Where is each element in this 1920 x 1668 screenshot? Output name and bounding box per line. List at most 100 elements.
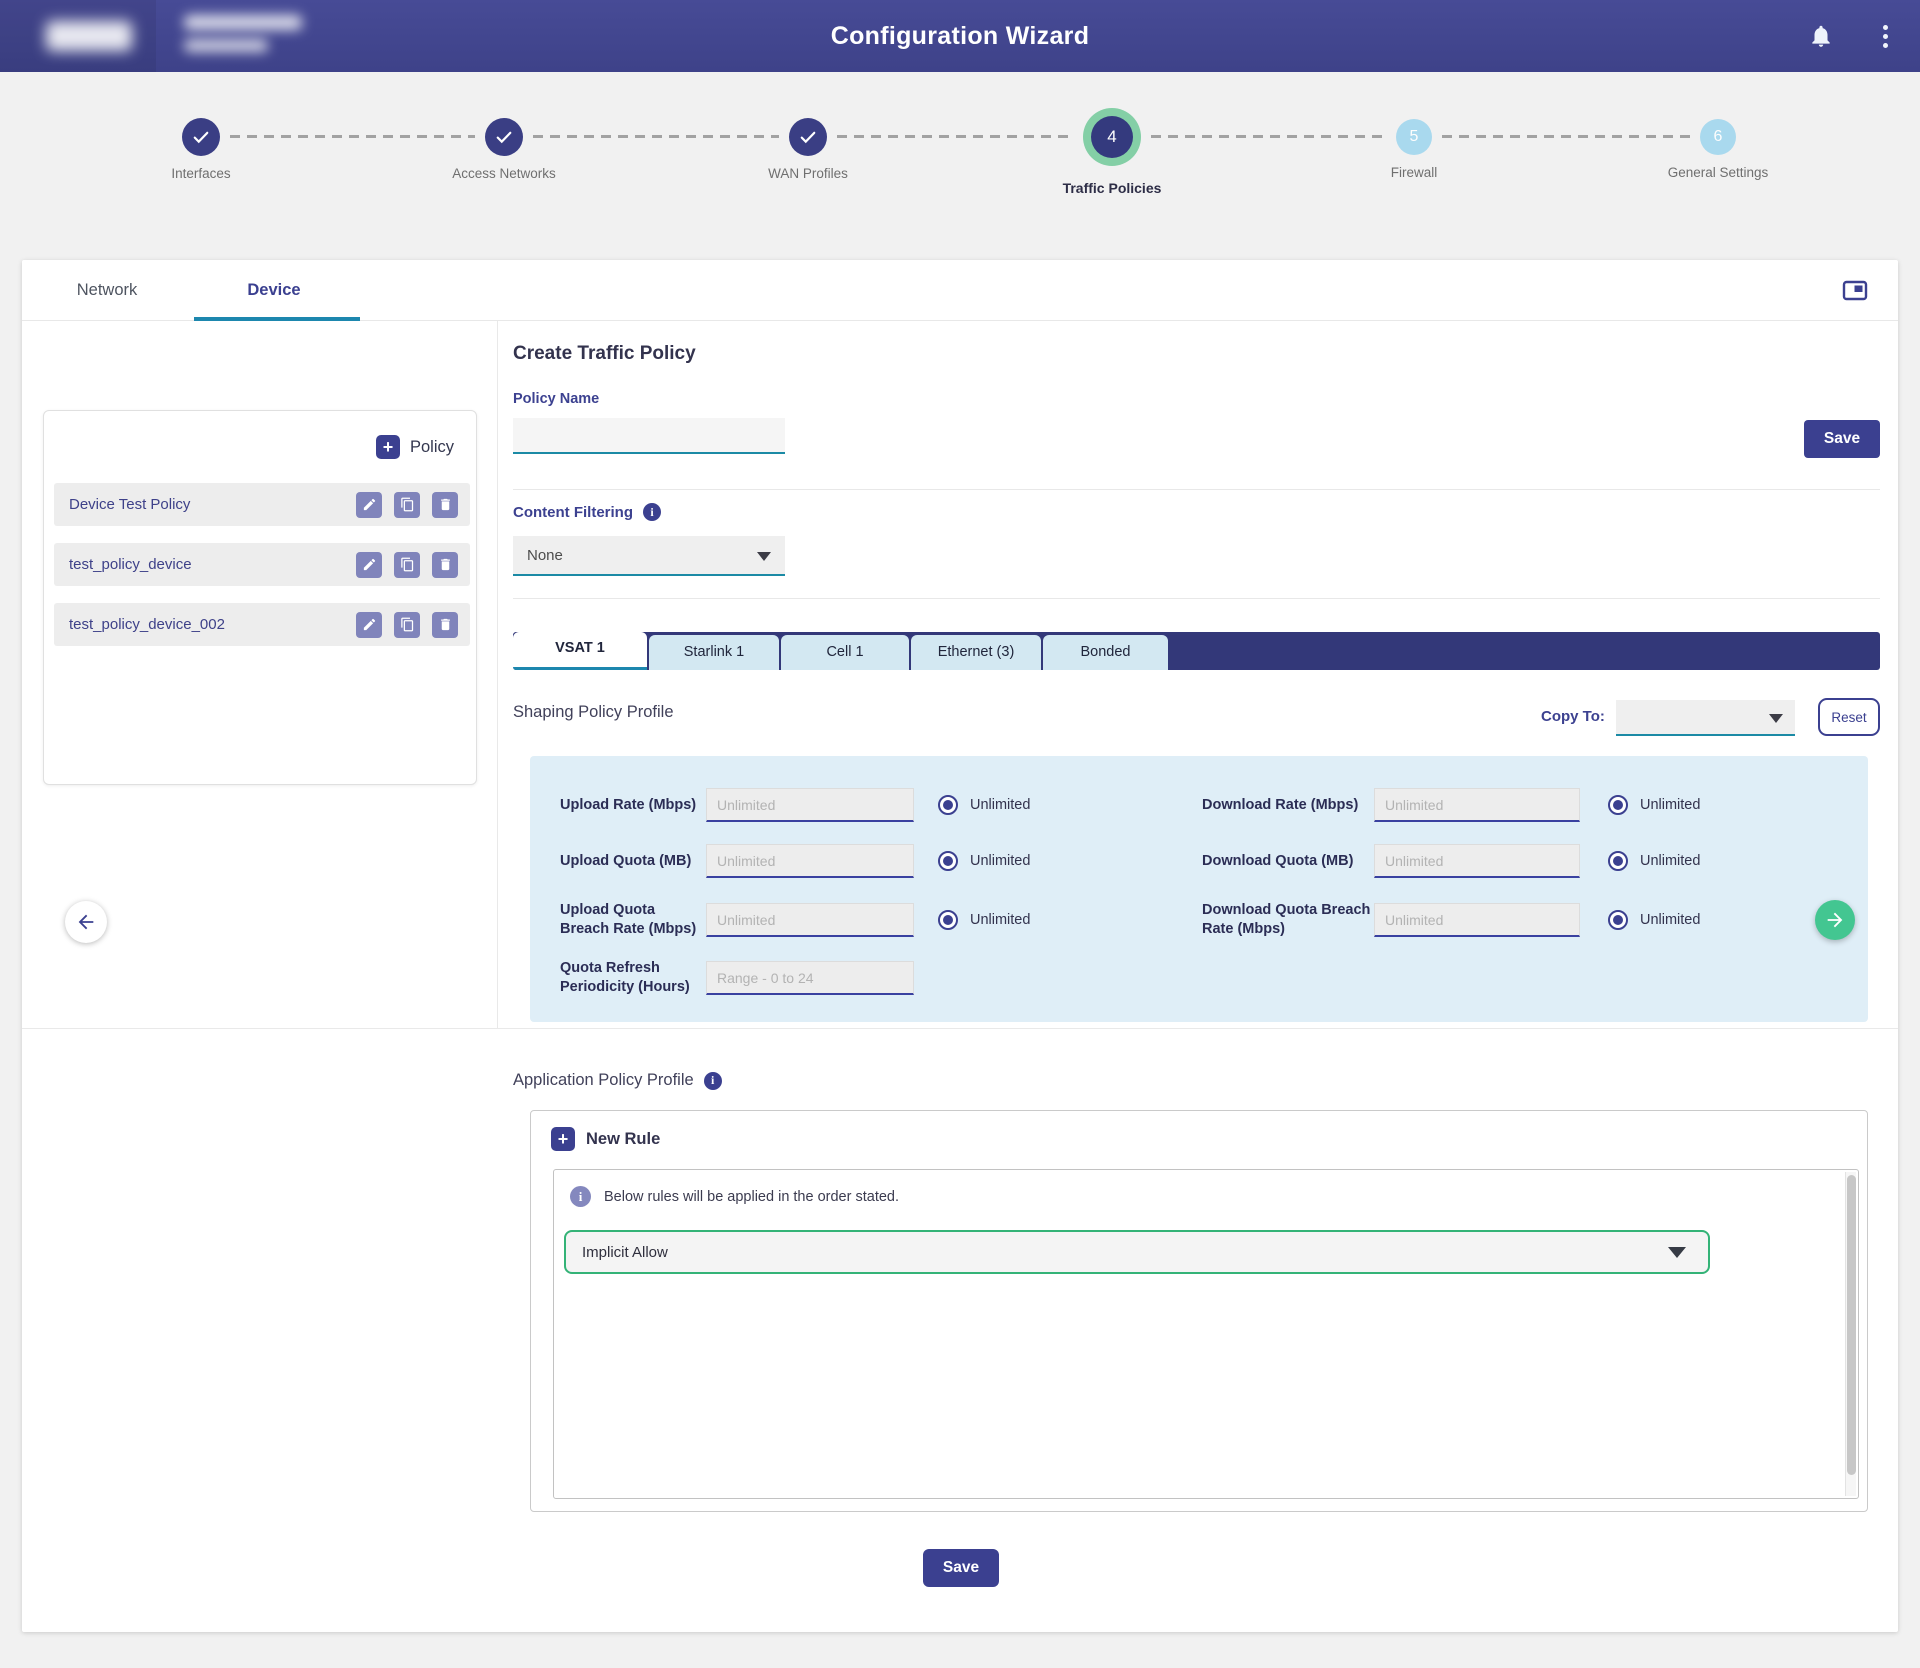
plus-icon: + xyxy=(376,435,400,459)
copy-icon[interactable] xyxy=(394,492,420,518)
edit-icon[interactable] xyxy=(356,552,382,578)
breach-rate-row: Upload Quota Breach Rate (Mbps) Unlimite… xyxy=(560,894,1828,946)
upload-breach-rate-input[interactable] xyxy=(706,903,914,937)
rules-list-box: i Below rules will be applied in the ord… xyxy=(553,1169,1859,1499)
download-rate-input[interactable] xyxy=(1374,788,1580,822)
tab-device[interactable]: Device xyxy=(194,260,354,320)
rules-note-text: Below rules will be applied in the order… xyxy=(604,1189,899,1205)
view-tab-bar: Network Device xyxy=(22,260,1898,321)
edit-icon[interactable] xyxy=(356,492,382,518)
scrollbar-thumb[interactable] xyxy=(1847,1175,1856,1475)
scrollbar-track[interactable] xyxy=(1845,1172,1856,1496)
policy-list-item[interactable]: test_policy_device xyxy=(54,543,470,586)
form-title: Create Traffic Policy xyxy=(513,343,696,365)
step-number: 5 xyxy=(1396,119,1432,155)
upload-rate-input[interactable] xyxy=(706,788,914,822)
step-firewall[interactable]: 5 Firewall xyxy=(1304,72,1524,180)
tab-starlink-1[interactable]: Starlink 1 xyxy=(649,635,779,670)
upload-quota-label: Upload Quota (MB) xyxy=(560,852,706,871)
card-body: + Policy Device Test Policy test_policy_… xyxy=(22,321,1898,1632)
delete-icon[interactable] xyxy=(432,552,458,578)
quota-refresh-label: Quota Refresh Periodicity (Hours) xyxy=(560,959,706,997)
step-traffic-policies[interactable]: 4 Traffic Policies xyxy=(1002,72,1222,196)
download-breach-rate-label: Download Quota Breach Rate (Mbps) xyxy=(1202,901,1374,939)
upload-breach-rate-label: Upload Quota Breach Rate (Mbps) xyxy=(560,901,706,939)
shaping-profile-title: Shaping Policy Profile xyxy=(513,703,674,722)
active-step-ring: 4 xyxy=(1083,108,1141,166)
panel-layout-icon[interactable] xyxy=(1842,279,1868,301)
chevron-down-icon xyxy=(757,552,771,561)
download-breach-unlimited-radio[interactable] xyxy=(1608,910,1628,930)
main-card: Network Device + Policy Device Test Poli… xyxy=(22,260,1898,1632)
copy-icon[interactable] xyxy=(394,612,420,638)
application-policy-panel: + New Rule i Below rules will be applied… xyxy=(530,1110,1868,1512)
application-policy-title: Application Policy Profile xyxy=(513,1071,694,1090)
new-rule-button[interactable]: + New Rule xyxy=(551,1127,660,1151)
upload-rate-label: Upload Rate (Mbps) xyxy=(560,796,706,815)
download-rate-label: Download Rate (Mbps) xyxy=(1202,796,1374,815)
chevron-down-icon xyxy=(1769,714,1783,723)
copy-icon[interactable] xyxy=(394,552,420,578)
content-filtering-label-row: Content Filtering i xyxy=(513,503,661,521)
tab-vsat-1[interactable]: VSAT 1 xyxy=(513,632,647,670)
delete-icon[interactable] xyxy=(432,612,458,638)
back-button[interactable] xyxy=(65,901,107,943)
copy-to-label: Copy To: xyxy=(1541,708,1605,725)
download-quota-label: Download Quota (MB) xyxy=(1202,852,1374,871)
policy-list-item[interactable]: Device Test Policy xyxy=(54,483,470,526)
interface-tab-bar: VSAT 1 Starlink 1 Cell 1 Ethernet (3) Bo… xyxy=(513,632,1880,670)
info-icon[interactable]: i xyxy=(704,1072,722,1090)
upload-quota-unlimited-radio[interactable] xyxy=(938,851,958,871)
divider xyxy=(513,598,1880,599)
tab-ethernet-3[interactable]: Ethernet (3) xyxy=(911,635,1041,670)
save-policy-button[interactable]: Save xyxy=(923,1549,999,1587)
divider xyxy=(513,489,1880,490)
check-icon xyxy=(789,118,827,156)
shaping-fields-panel: Upload Rate (Mbps) Unlimited Download Ra… xyxy=(530,756,1868,1022)
wizard-stepper: Interfaces Access Networks WAN Profiles … xyxy=(0,72,1920,260)
page-title: Configuration Wizard xyxy=(0,0,1920,72)
step-general-settings[interactable]: 6 General Settings xyxy=(1608,72,1828,180)
step-access-networks[interactable]: Access Networks xyxy=(394,72,614,181)
content-filtering-label: Content Filtering xyxy=(513,504,633,521)
download-quota-input[interactable] xyxy=(1374,844,1580,878)
step-number: 4 xyxy=(1091,116,1133,158)
app-header: Configuration Wizard xyxy=(0,0,1920,72)
add-policy-button[interactable]: + Policy xyxy=(376,435,454,459)
info-icon[interactable]: i xyxy=(643,503,661,521)
save-button[interactable]: Save xyxy=(1804,420,1880,458)
download-breach-rate-input[interactable] xyxy=(1374,903,1580,937)
download-rate-unlimited-radio[interactable] xyxy=(1608,795,1628,815)
edit-icon[interactable] xyxy=(356,612,382,638)
implicit-allow-select[interactable]: Implicit Allow xyxy=(564,1230,1710,1274)
policy-list-panel: + Policy Device Test Policy test_policy_… xyxy=(43,410,477,785)
content-filtering-select[interactable]: None xyxy=(513,536,785,576)
policy-name-input[interactable] xyxy=(513,418,785,454)
upload-rate-unlimited-radio[interactable] xyxy=(938,795,958,815)
overflow-menu-icon[interactable] xyxy=(1878,22,1892,50)
application-policy-title-row: Application Policy Profile i xyxy=(513,1071,722,1090)
quota-refresh-row: Quota Refresh Periodicity (Hours) xyxy=(560,954,1828,1002)
plus-icon: + xyxy=(551,1127,575,1151)
download-quota-unlimited-radio[interactable] xyxy=(1608,851,1628,871)
tab-network[interactable]: Network xyxy=(47,260,167,320)
step-interfaces[interactable]: Interfaces xyxy=(91,72,311,181)
notifications-bell-icon[interactable] xyxy=(1808,23,1834,49)
next-arrow-button[interactable] xyxy=(1815,900,1855,940)
quota-row: Upload Quota (MB) Unlimited Download Quo… xyxy=(560,840,1828,882)
policy-list-item[interactable]: test_policy_device_002 xyxy=(54,603,470,646)
info-icon: i xyxy=(570,1186,591,1207)
delete-icon[interactable] xyxy=(432,492,458,518)
rate-row: Upload Rate (Mbps) Unlimited Download Ra… xyxy=(560,784,1828,826)
quota-refresh-input[interactable] xyxy=(706,961,914,995)
upload-breach-unlimited-radio[interactable] xyxy=(938,910,958,930)
copy-to-select[interactable] xyxy=(1616,700,1795,736)
check-icon xyxy=(485,118,523,156)
tab-cell-1[interactable]: Cell 1 xyxy=(781,635,909,670)
reset-button[interactable]: Reset xyxy=(1818,698,1880,736)
upload-quota-input[interactable] xyxy=(706,844,914,878)
tab-bonded[interactable]: Bonded xyxy=(1043,635,1168,670)
step-wan-profiles[interactable]: WAN Profiles xyxy=(698,72,918,181)
traffic-policy-form: Create Traffic Policy Policy Name Save C… xyxy=(513,321,1880,1632)
policy-name-label: Policy Name xyxy=(513,391,599,407)
